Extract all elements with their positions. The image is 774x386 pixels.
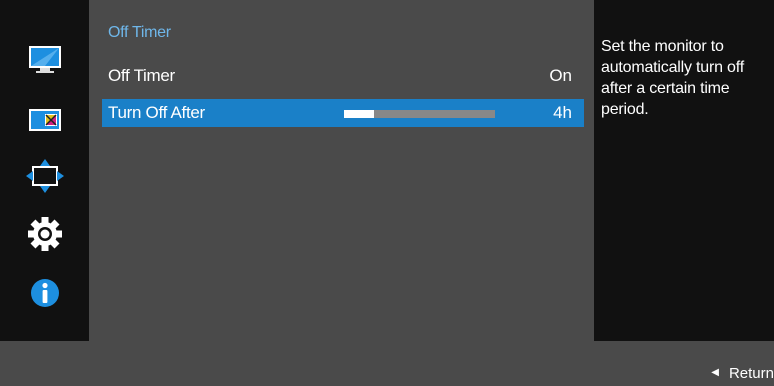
description-panel: Set the monitor to automatically turn of… <box>594 0 774 341</box>
row-value: On <box>549 66 572 85</box>
row-label: Off Timer <box>108 66 175 85</box>
return-label: Return <box>728 364 774 382</box>
screen-size-icon[interactable] <box>22 157 68 197</box>
row-value: 4h <box>553 103 572 122</box>
menu-row-off-timer[interactable]: Off Timer On <box>102 62 584 90</box>
color-icon[interactable] <box>22 101 68 141</box>
menu-row-turn-off-after[interactable]: Turn Off After 4h <box>102 99 584 127</box>
return-button[interactable]: ◀ Return <box>711 363 774 383</box>
system-gear-icon[interactable] <box>22 214 68 254</box>
turn-off-after-slider[interactable] <box>344 110 495 118</box>
menu-panel: Off Timer Off Timer On Turn Off After 4h <box>89 0 594 345</box>
slider-fill <box>344 110 375 118</box>
row-label: Turn Off After <box>108 103 205 122</box>
category-sidebar <box>0 0 89 341</box>
description-text: Set the monitor to automatically turn of… <box>601 38 744 118</box>
picture-icon[interactable] <box>22 40 68 80</box>
information-icon[interactable] <box>22 273 68 313</box>
footer-bar: ◀ Return <box>0 345 774 386</box>
menu-title: Off Timer <box>108 24 171 41</box>
osd-menu: Off Timer Off Timer On Turn Off After 4h… <box>0 0 774 386</box>
left-arrow-icon: ◀ <box>711 367 719 378</box>
